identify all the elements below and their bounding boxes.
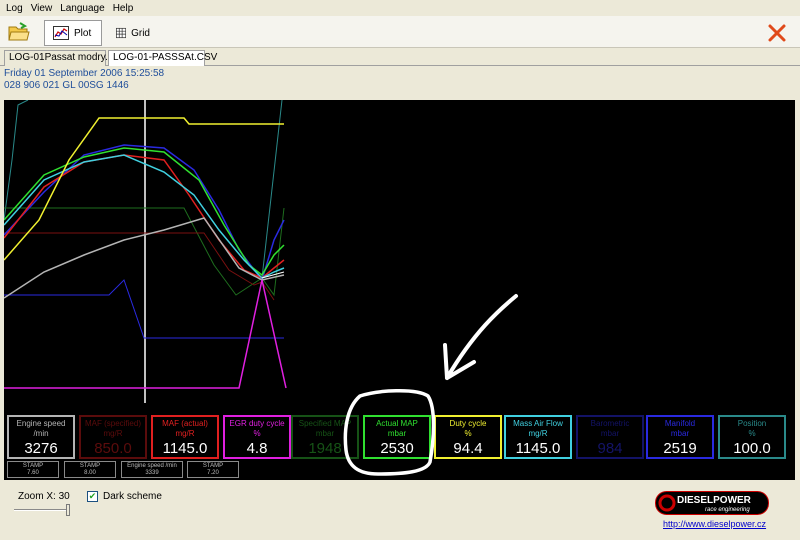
gauge-actual-map: Actual MAP mbar 2530 [363, 415, 431, 459]
grid-icon [116, 27, 127, 39]
dark-scheme-label: Dark scheme [103, 491, 162, 502]
yellow-trace [3, 117, 284, 261]
open-folder-icon[interactable] [8, 22, 30, 42]
stamp-engine-speed: Engine speed /min 3339 [121, 461, 183, 478]
menu-help[interactable]: Help [109, 3, 138, 14]
plot-area[interactable] [3, 99, 795, 403]
logo-title: DIESELPOWER [677, 495, 752, 506]
blue-flat-trace [4, 279, 284, 339]
gauge-specified-map: Specified MAP mbar 1948 [291, 415, 359, 459]
dark-scheme-toggle[interactable]: ✔ Dark scheme [87, 491, 162, 502]
zoom-slider[interactable] [12, 503, 70, 517]
menu-language[interactable]: Language [56, 3, 109, 14]
dark-scheme-checkbox[interactable]: ✔ [87, 491, 98, 502]
gauge-mass-air-flow: Mass Air Flow mg/R 1145.0 [504, 415, 572, 459]
gauge-duty-cycle: Duty cycle % 94.4 [434, 415, 502, 459]
menu-bar: Log View Language Help [0, 0, 800, 16]
gauge-maf-specified: MAF (specified) mg/R 850.0 [79, 415, 147, 459]
annotation-arrow [443, 294, 518, 380]
stamp-3: STAMP 7.20 [187, 461, 239, 478]
logo-subtitle: race engineering [705, 507, 750, 513]
gauge-engine-speed: Engine speed /min 3276 [7, 415, 75, 459]
zoom-label: Zoom X: 30 [18, 491, 70, 502]
plot-label: Plot [74, 27, 92, 39]
gauge-maf-actual: MAF (actual) mg/R 1145.0 [151, 415, 219, 459]
ecu-id: 028 906 021 GL 00SG 1446 [4, 80, 129, 91]
stamp-1: STAMP 7.60 [7, 461, 59, 478]
menu-log[interactable]: Log [2, 3, 27, 14]
gauge-manifold: Manifold mbar 2519 [646, 415, 714, 459]
toolbar: Plot Grid [0, 16, 800, 48]
grid-button[interactable]: Grid [108, 20, 158, 46]
file-tabs: LOG-01Passat modry.CSV LOG-01-PASSSAt.CS… [0, 48, 800, 66]
blue-trace [3, 144, 285, 282]
gauge-position: Position % 100.0 [718, 415, 786, 459]
stamp-2: STAMP 8.00 [64, 461, 116, 478]
zoom-slider-track [14, 509, 68, 511]
menu-view[interactable]: View [27, 3, 57, 14]
close-icon[interactable] [766, 22, 788, 44]
tab-passsat[interactable]: LOG-01-PASSSAt.CSV [108, 50, 217, 66]
green-trace [3, 147, 285, 277]
dark-green-trace [4, 207, 285, 297]
plot-icon [53, 26, 69, 40]
gauge-egr-duty-cycle: EGR duty cycle % 4.8 [223, 415, 291, 459]
zoom-slider-thumb[interactable] [66, 504, 70, 516]
dieselpower-logo: DIESELPOWER race engineering [655, 491, 769, 515]
gauge-panel: Engine speed /min 3276 MAF (specified) m… [4, 403, 795, 480]
tab-passat-modry[interactable]: LOG-01Passat modry.CSV [4, 50, 128, 66]
dark-red-trace [4, 232, 275, 301]
gauge-barometric: Barometric mbar 984 [576, 415, 644, 459]
website-link[interactable]: http://www.dieselpower.cz [663, 519, 766, 529]
plot-button[interactable]: Plot [44, 20, 102, 46]
grid-label: Grid [131, 27, 150, 39]
log-date: Friday 01 September 2006 15:25:58 [4, 68, 165, 79]
